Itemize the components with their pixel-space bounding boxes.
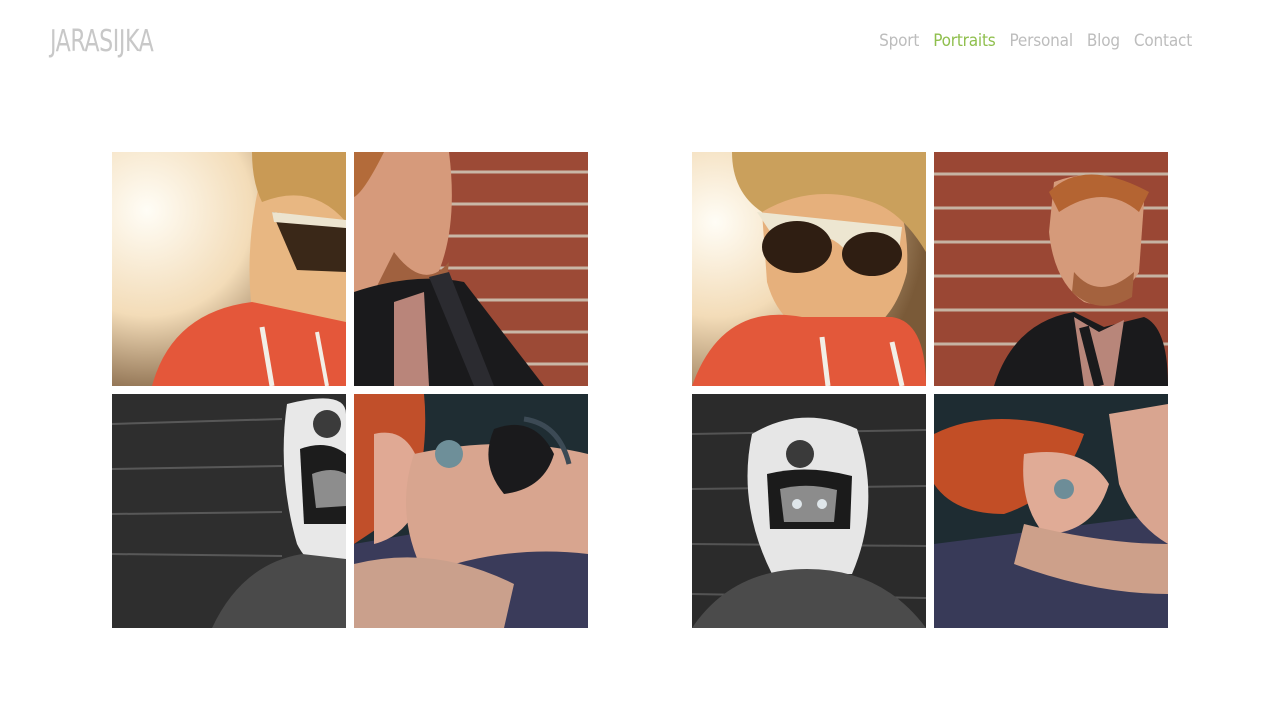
photo-motocross-helmet[interactable] xyxy=(692,394,926,628)
photo-red-hair-woman[interactable] xyxy=(354,394,588,628)
portrait-gallery-left xyxy=(112,152,588,628)
nav-item-portraits[interactable]: Portraits xyxy=(933,28,996,54)
photo-brick-wall-man[interactable] xyxy=(934,152,1168,386)
nav-item-sport[interactable]: Sport xyxy=(879,28,919,54)
photo-motocross-helmet[interactable] xyxy=(112,394,346,628)
photo-red-hair-woman[interactable] xyxy=(934,394,1168,628)
photo-sunglasses-portrait[interactable] xyxy=(692,152,926,386)
nav-item-contact[interactable]: Contact xyxy=(1134,28,1192,54)
photo-brick-wall-man[interactable] xyxy=(354,152,588,386)
site-logo[interactable]: JARASIJKA xyxy=(50,22,154,62)
portrait-gallery-right xyxy=(692,152,1168,628)
photo-sunglasses-portrait[interactable] xyxy=(112,152,346,386)
nav-item-personal[interactable]: Personal xyxy=(1010,28,1074,54)
nav-item-blog[interactable]: Blog xyxy=(1087,28,1120,54)
main-nav: Sport Portraits Personal Blog Contact xyxy=(879,28,1192,54)
